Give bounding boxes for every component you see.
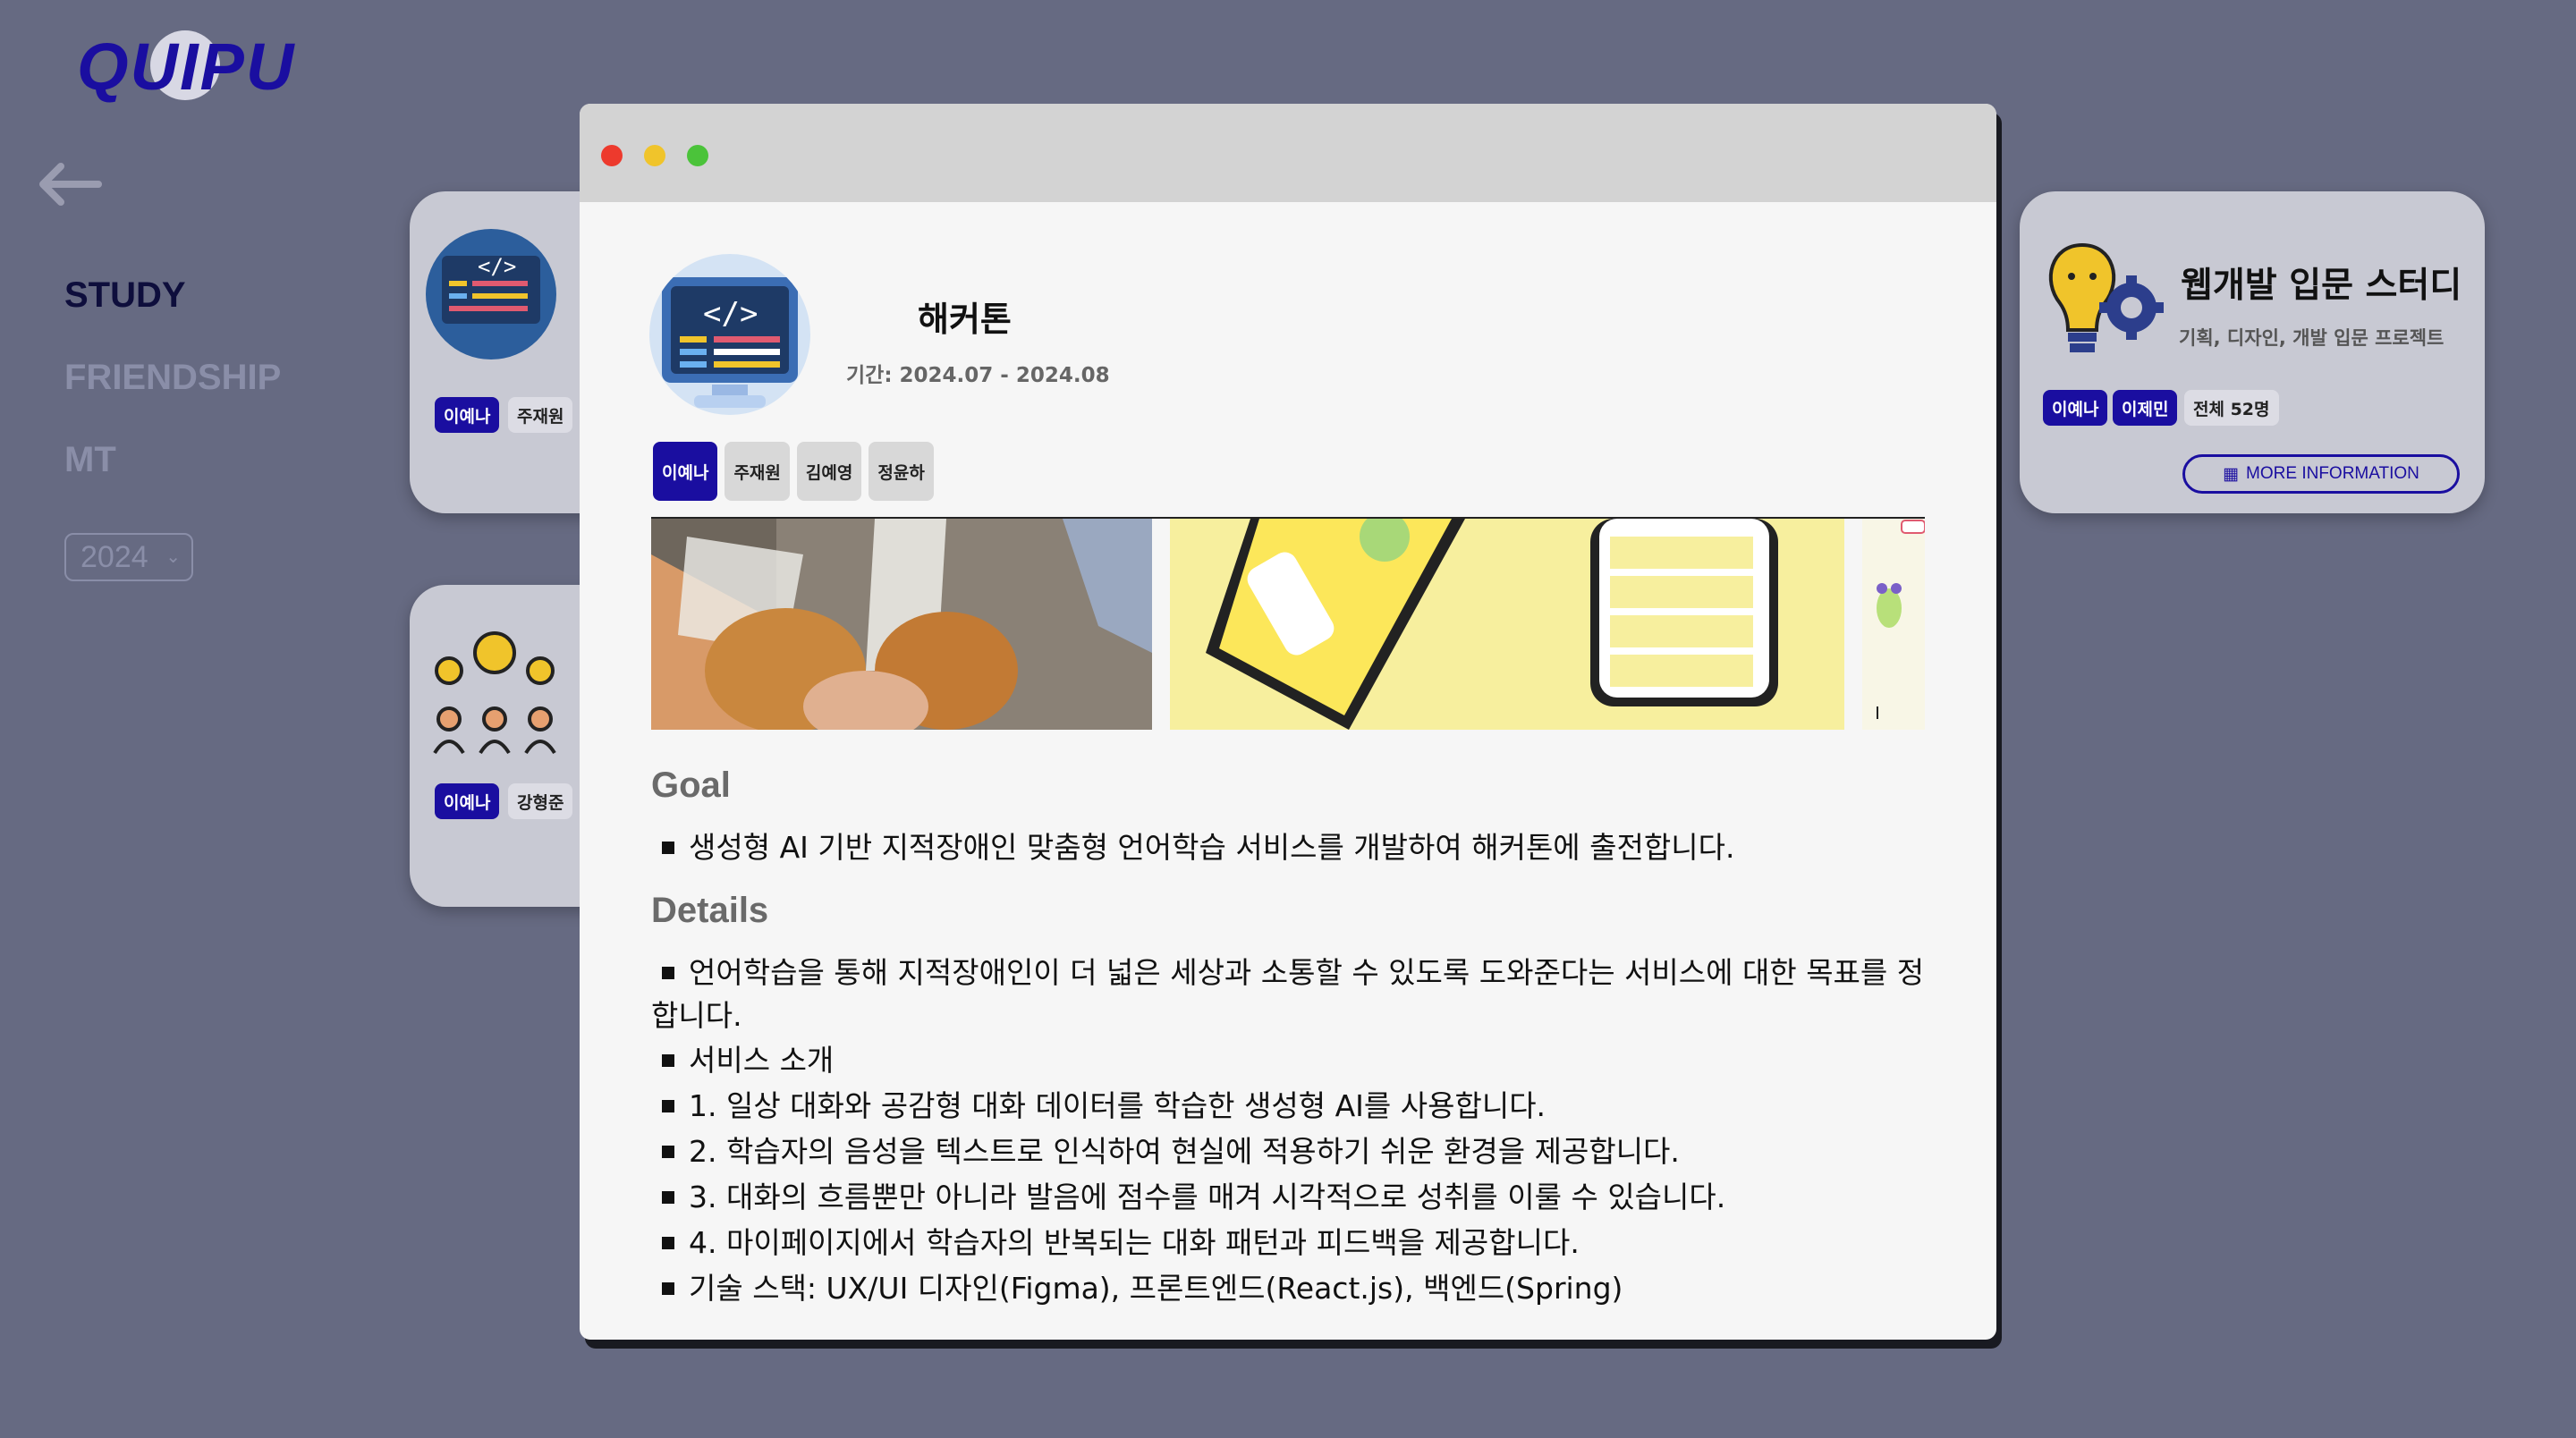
bulb-gear-icon xyxy=(2048,242,2164,352)
gallery-photo xyxy=(651,519,1152,730)
member-chip: 강형준 xyxy=(508,783,573,819)
gallery-photo xyxy=(1862,519,1925,730)
photo-gallery[interactable] xyxy=(651,517,1925,730)
more-information-label: MORE INFORMATION xyxy=(2246,464,2419,483)
close-window-button[interactable] xyxy=(601,145,623,166)
card-subtitle: 기획, 디자인, 개발 입문 프로젝트 xyxy=(2179,327,2445,349)
svg-text:</>: </> xyxy=(703,296,758,332)
tab-member[interactable]: 김예영 xyxy=(796,442,862,501)
member-tabs: 이예나 주재원 김예영 정윤하 xyxy=(653,442,934,501)
code-monitor-icon: </> xyxy=(426,229,556,360)
study-card-web-dev[interactable]: 웹개발 입문 스터디 기획, 디자인, 개발 입문 프로젝트 이예나 이제민 전… xyxy=(2020,191,2485,513)
maximize-window-button[interactable] xyxy=(687,145,708,166)
year-value: 2024 xyxy=(80,540,148,574)
window-titlebar xyxy=(580,104,1996,202)
nav-study[interactable]: STUDY xyxy=(64,275,186,316)
total-count-badge: 전체 52명 xyxy=(2184,390,2279,426)
detail-item: 서비스 소개 xyxy=(651,1039,1939,1082)
detail-item: 언어학습을 통해 지적장애인이 더 넓은 세상과 소통할 수 있도록 도와준다는… xyxy=(651,955,1925,1033)
tab-member[interactable]: 정윤하 xyxy=(869,442,934,501)
svg-text:</>: </> xyxy=(478,254,516,279)
tab-member[interactable]: 이예나 xyxy=(653,442,718,501)
detail-item: 4. 마이페이지에서 학습자의 반복되는 대화 패턴과 피드백을 제공합니다. xyxy=(651,1222,1939,1265)
arrow-left-icon[interactable] xyxy=(32,157,104,211)
member-chip: 이예나 xyxy=(2043,390,2108,426)
member-chip: 주재원 xyxy=(508,397,573,433)
goal-text: 생성형 AI 기반 지적장애인 맞춤형 언어학습 서비스를 개발하여 해커톤에 … xyxy=(651,826,1939,869)
detail-item: 1. 일상 대화와 공감형 대화 데이터를 학습한 생성형 AI를 사용합니다. xyxy=(651,1085,1939,1128)
modal-title: 해커톤 xyxy=(918,300,1012,339)
gallery-photo xyxy=(1170,519,1844,730)
detail-item: 2. 학습자의 음성을 텍스트로 인식하여 현실에 적용하기 쉬운 환경을 제공… xyxy=(651,1130,1939,1173)
card-title: 웹개발 입문 스터디 xyxy=(2181,266,2462,306)
year-select[interactable]: 2024 ⌄ xyxy=(64,533,193,581)
books-icon: ▦ xyxy=(2223,464,2240,484)
study-detail-modal: </> 해커톤 기간: 2024.07 - 2024.08 이예나 주재원 김예… xyxy=(580,104,1996,1340)
goal-heading: Goal xyxy=(651,766,731,805)
minimize-window-button[interactable] xyxy=(644,145,665,166)
people-idea-icon xyxy=(433,631,556,755)
nav-mt[interactable]: MT xyxy=(64,440,116,480)
code-monitor-icon: </> xyxy=(649,254,810,415)
detail-item: 3. 대화의 흐름뿐만 아니라 발음에 점수를 매겨 시각적으로 성취를 이룰 … xyxy=(651,1176,1939,1219)
nav-friendship[interactable]: FRIENDSHIP xyxy=(64,358,281,398)
member-chip: 이예나 xyxy=(435,783,500,819)
logo-text: QUIPU xyxy=(77,30,296,104)
details-heading: Details xyxy=(651,891,769,930)
tab-member[interactable]: 주재원 xyxy=(724,442,790,501)
quipu-logo[interactable]: QUIPU xyxy=(77,23,293,106)
detail-item: 기술 스택: UX/UI 디자인(Figma), 프론트엔드(React.js)… xyxy=(651,1267,1939,1310)
member-chip: 이예나 xyxy=(435,397,500,433)
period-text: 기간: 2024.07 - 2024.08 xyxy=(846,364,1110,387)
member-chip: 이제민 xyxy=(2113,390,2178,426)
more-information-button[interactable]: ▦ MORE INFORMATION xyxy=(2182,454,2460,494)
chevron-down-icon: ⌄ xyxy=(165,547,181,567)
